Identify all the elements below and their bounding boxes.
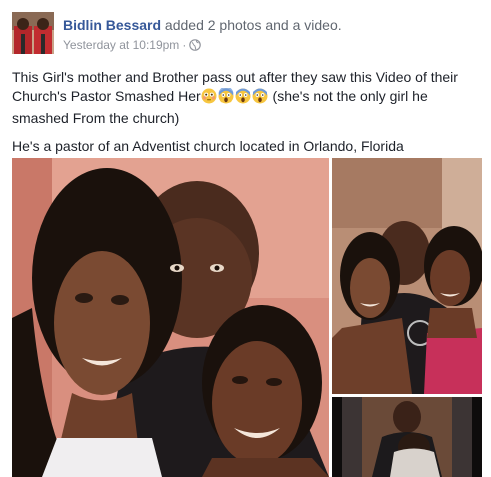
video-thumbnail[interactable] xyxy=(332,397,482,477)
post-timestamp[interactable]: Yesterday at 10:19pm xyxy=(63,38,179,52)
post-paragraph-2: He's a pastor of an Adventist church loc… xyxy=(12,138,404,154)
screaming-face-emoji xyxy=(235,88,251,109)
photo-side-top[interactable] xyxy=(332,158,482,394)
photo-grid xyxy=(12,158,482,477)
feed-post: Bidlin Bessard added 2 photos and a vide… xyxy=(0,0,491,477)
author-line: Bidlin Bessard added 2 photos and a vide… xyxy=(63,16,342,34)
post-text: This Girl's mother and Brother pass out … xyxy=(12,68,482,165)
post-action-text: added 2 photos and a video. xyxy=(164,17,342,33)
screaming-face-emoji xyxy=(218,86,234,109)
post-meta: Yesterday at 10:19pm · xyxy=(63,38,202,54)
flushed-face-emoji xyxy=(201,88,217,109)
meta-separator: · xyxy=(182,38,187,52)
author-name-link[interactable]: Bidlin Bessard xyxy=(63,17,161,33)
author-avatar[interactable] xyxy=(12,12,54,54)
screaming-face-emoji xyxy=(252,88,268,109)
post-header: Bidlin Bessard added 2 photos and a vide… xyxy=(12,12,482,56)
photo-main[interactable] xyxy=(12,158,329,477)
post-paragraph-1: This Girl's mother and Brother pass out … xyxy=(12,68,482,128)
globe-icon[interactable] xyxy=(189,39,202,54)
